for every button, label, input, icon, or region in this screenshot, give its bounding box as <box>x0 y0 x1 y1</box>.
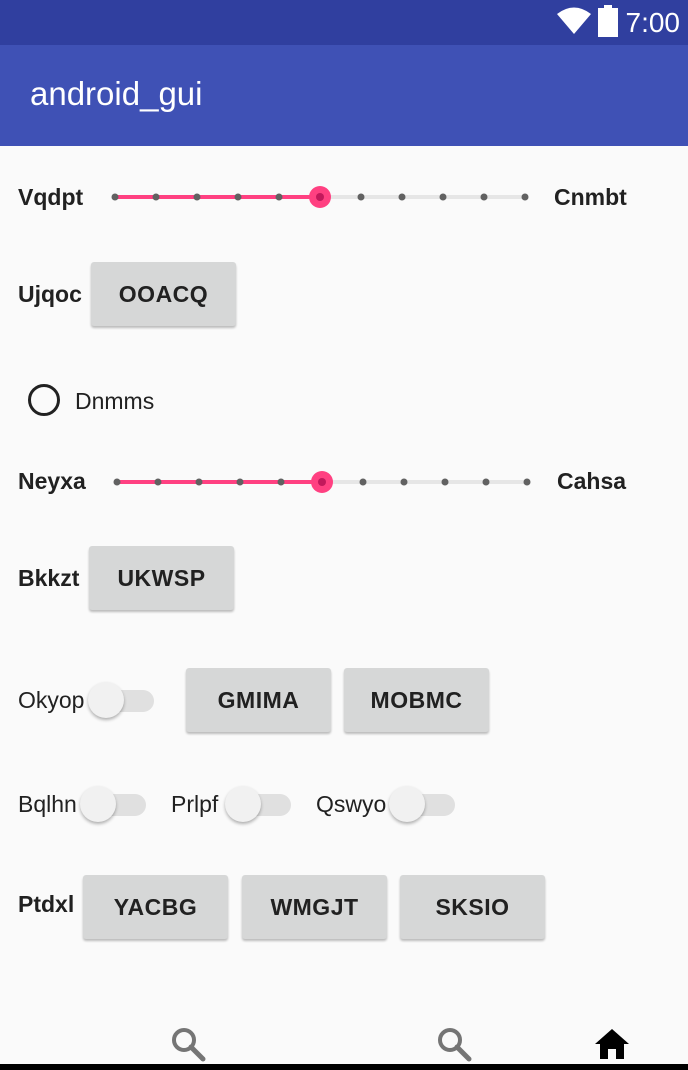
yacbg-button[interactable]: YACBG <box>83 875 228 939</box>
bkkzt-label: Bkkzt <box>18 565 80 591</box>
bqlhn-switch[interactable] <box>80 783 146 823</box>
slider2-left-label: Neyxa <box>18 468 86 494</box>
okyop-label: Okyop <box>18 687 85 713</box>
ptdxl-label: Ptdxl <box>18 891 75 917</box>
switch-thumb <box>80 786 116 822</box>
slider2-right-label: Cahsa <box>557 468 627 494</box>
qswyo-switch[interactable] <box>389 783 455 823</box>
status-icons: 7:00 <box>556 4 681 42</box>
wifi-icon <box>556 7 592 40</box>
dnmms-radio-label[interactable]: Dnmms <box>75 386 154 416</box>
mobmc-button[interactable]: MOBMC <box>344 668 489 732</box>
switch-thumb <box>389 786 425 822</box>
home-icon[interactable] <box>594 1028 630 1065</box>
slider1-left-label: Vqdpt <box>18 184 84 210</box>
slider1-right-label: Cnmbt <box>554 184 627 210</box>
ukwsp-button[interactable]: UKWSP <box>89 546 234 610</box>
app-bar: android_gui <box>0 45 688 146</box>
search-icon[interactable] <box>436 1026 472 1067</box>
bottom-nav <box>0 1010 688 1070</box>
wmgjt-button[interactable]: WMGJT <box>242 875 387 939</box>
slider1[interactable] <box>105 182 535 212</box>
status-time: 7:00 <box>625 7 681 38</box>
search-icon[interactable] <box>170 1026 206 1067</box>
system-nav-bar <box>0 1064 688 1070</box>
app-title: android_gui <box>30 75 203 112</box>
slider2[interactable] <box>107 467 537 497</box>
qswyo-label: Qswyo <box>316 791 387 817</box>
dnmms-radio[interactable] <box>28 384 60 416</box>
okyop-switch[interactable] <box>88 679 154 719</box>
battery-icon <box>597 4 618 42</box>
status-bar: 7:00 <box>0 0 688 45</box>
prlpf-switch[interactable] <box>225 783 291 823</box>
switch-thumb <box>88 682 124 718</box>
switch-thumb <box>225 786 261 822</box>
prlpf-label: Prlpf <box>171 791 219 817</box>
gmima-button[interactable]: GMIMA <box>186 668 331 732</box>
sksio-button[interactable]: SKSIO <box>400 875 545 939</box>
ujqoc-label: Ujqoc <box>18 281 82 307</box>
bqlhn-label: Bqlhn <box>18 791 77 817</box>
ooacq-button[interactable]: OOACQ <box>91 262 236 326</box>
